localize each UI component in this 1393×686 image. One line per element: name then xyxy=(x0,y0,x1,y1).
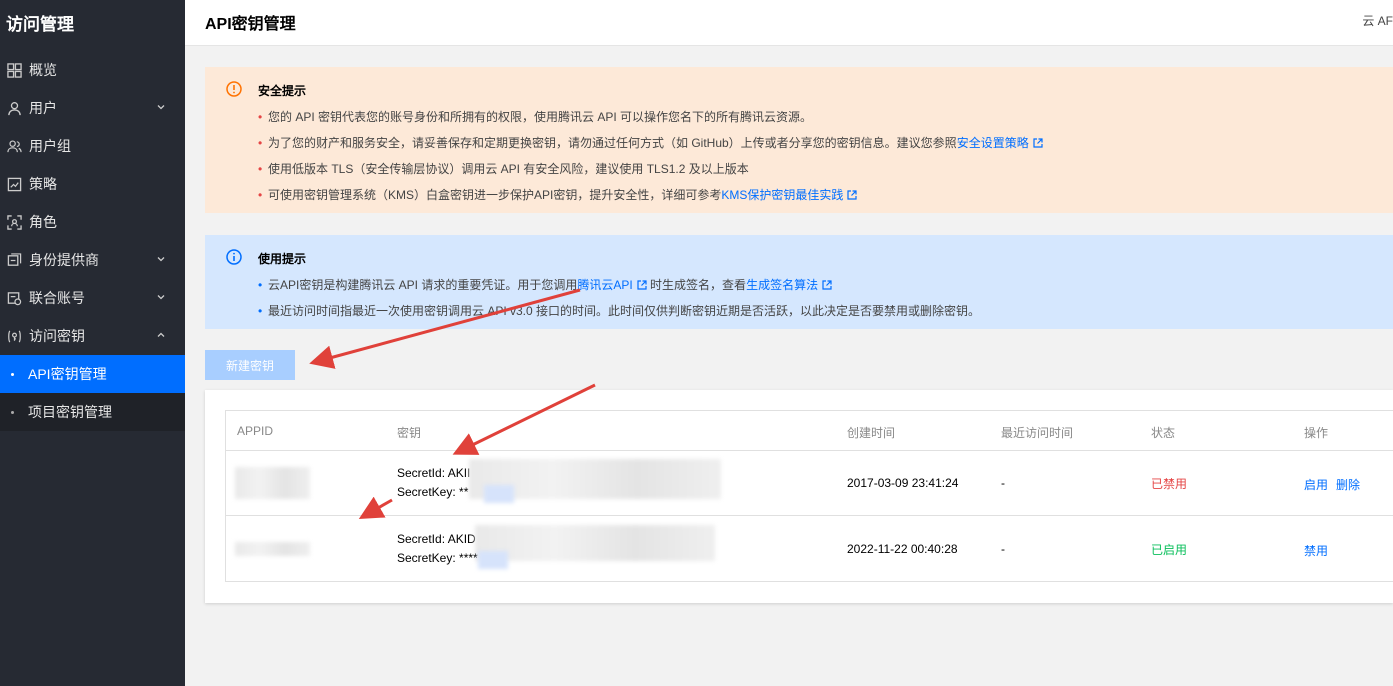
status-badge: 已禁用 xyxy=(1151,477,1188,491)
notice-item: 您的 API 密钥代表您的账号身份和所拥有的权限，使用腾讯云 API 可以操作您… xyxy=(258,104,1043,130)
sidebar-item-project-key-management[interactable]: 项目密钥管理 xyxy=(0,393,185,431)
sidebar-item-label: 概览 xyxy=(29,62,57,78)
chevron-down-icon xyxy=(157,105,165,110)
sidebar-item-overview[interactable]: 概览 xyxy=(0,51,185,89)
status-badge: 已启用 xyxy=(1151,543,1188,557)
signature-algorithm-link[interactable]: 生成签名算法 xyxy=(746,278,818,292)
notice-item: 可使用密钥管理系统（KMS）白盒密钥进一步保护API密钥，提升安全性，详细可参考… xyxy=(258,182,1043,208)
external-link-icon xyxy=(637,280,647,290)
sidebar-item-api-key-management[interactable]: API密钥管理 xyxy=(0,355,185,393)
notice-title: 使用提示 xyxy=(258,252,307,266)
sidebar-item-policies[interactable]: 策略 xyxy=(0,165,185,203)
policy-icon xyxy=(6,176,22,192)
secret-id: SecretId: AKII xyxy=(397,466,471,480)
column-header-last-access: 最近访问时间 xyxy=(1001,426,1074,440)
delete-button[interactable]: 删除 xyxy=(1336,476,1360,493)
sidebar-item-label: 角色 xyxy=(29,214,57,230)
sidebar-item-access-keys[interactable]: 访问密钥 xyxy=(0,317,185,355)
table-row: SecretId: AKID SecretKey: **** 2022-11-2… xyxy=(226,517,1393,582)
sidebar-title: 访问管理 xyxy=(6,14,74,34)
identity-provider-icon xyxy=(6,252,22,268)
sidebar-item-users[interactable]: 用户 xyxy=(0,89,185,127)
column-header-appid: APPID xyxy=(237,424,274,438)
secret-key: SecretKey: ** xyxy=(397,485,469,499)
sidebar-item-federated-accounts[interactable]: 联合账号 xyxy=(0,279,185,317)
disable-button[interactable]: 禁用 xyxy=(1304,542,1328,559)
column-header-created: 创建时间 xyxy=(847,426,896,440)
sidebar-item-label: 用户 xyxy=(29,100,57,116)
notice-item: 为了您的财产和服务安全，请妥善保存和定期更换密钥，请勿通过任何方式（如 GitH… xyxy=(258,130,1043,156)
table-header: APPID 密钥 创建时间 最近访问时间 状态 操作 xyxy=(226,411,1393,451)
sidebar-item-label: 用户组 xyxy=(29,138,71,154)
page-title: API密钥管理 xyxy=(205,16,296,33)
redacted-appid xyxy=(235,467,310,499)
key-icon xyxy=(6,328,22,344)
column-header-actions: 操作 xyxy=(1304,426,1329,440)
sidebar-item-label: 联合账号 xyxy=(29,290,85,306)
external-link-icon xyxy=(1033,138,1043,148)
chevron-up-icon xyxy=(157,332,165,337)
role-icon xyxy=(6,214,22,230)
keys-table: APPID 密钥 创建时间 最近访问时间 状态 操作 SecretId: AKI… xyxy=(225,410,1393,582)
created-time: 2022-11-22 00:40:28 xyxy=(847,542,958,556)
federated-account-icon xyxy=(6,290,22,306)
redacted-secret xyxy=(475,525,715,561)
grid-icon xyxy=(6,62,22,78)
sidebar-item-label: 项目密钥管理 xyxy=(28,404,112,420)
sidebar-item-roles[interactable]: 角色 xyxy=(0,203,185,241)
keys-table-card: APPID 密钥 创建时间 最近访问时间 状态 操作 SecretId: AKI… xyxy=(205,390,1393,603)
notice-title: 安全提示 xyxy=(258,84,307,98)
header-bar: API密钥管理 云 AF xyxy=(185,0,1393,46)
kms-best-practice-link[interactable]: KMS保护密钥最佳实践 xyxy=(721,188,843,202)
sidebar-item-identity-providers[interactable]: 身份提供商 xyxy=(0,241,185,279)
redacted-secret xyxy=(484,485,514,503)
sidebar-item-label: 访问密钥 xyxy=(29,328,85,344)
column-header-status: 状态 xyxy=(1151,426,1176,440)
secret-key: SecretKey: **** xyxy=(397,551,478,565)
notice-item: 最近访问时间指最近一次使用密钥调用云 API v3.0 接口的时间。此时间仅供判… xyxy=(258,298,980,324)
security-policy-link[interactable]: 安全设置策略 xyxy=(957,136,1029,150)
sidebar-item-user-groups[interactable]: 用户组 xyxy=(0,127,185,165)
sidebar-item-label: 策略 xyxy=(29,176,57,192)
created-time: 2017-03-09 23:41:24 xyxy=(847,476,959,490)
usage-notice: 使用提示 云API密钥是构建腾讯云 API 请求的重要凭证。用于您调用腾讯云AP… xyxy=(205,235,1393,329)
security-notice: 安全提示 您的 API 密钥代表您的账号身份和所拥有的权限，使用腾讯云 API … xyxy=(205,67,1393,213)
warning-icon xyxy=(226,81,242,97)
notice-item: 云API密钥是构建腾讯云 API 请求的重要凭证。用于您调用腾讯云API 时生成… xyxy=(258,272,980,298)
table-row: SecretId: AKII SecretKey: ** 2017-03-09 … xyxy=(226,451,1393,516)
access-keys-submenu: API密钥管理 项目密钥管理 xyxy=(0,355,185,431)
enable-button[interactable]: 启用 xyxy=(1304,476,1328,493)
user-icon xyxy=(6,100,22,116)
chevron-down-icon xyxy=(157,257,165,262)
notice-item: 使用低版本 TLS（安全传输层协议）调用云 API 有安全风险，建议使用 TLS… xyxy=(258,156,1043,182)
sidebar-item-label: 身份提供商 xyxy=(29,252,99,268)
redacted-secret xyxy=(478,551,508,569)
chevron-down-icon xyxy=(157,295,165,300)
notice-list: 云API密钥是构建腾讯云 API 请求的重要凭证。用于您调用腾讯云API 时生成… xyxy=(258,272,980,324)
external-link-icon xyxy=(847,190,857,200)
secret-id: SecretId: AKID xyxy=(397,532,476,546)
tencent-cloud-api-link[interactable]: 腾讯云API xyxy=(577,278,632,292)
external-link-icon xyxy=(822,280,832,290)
notice-list: 您的 API 密钥代表您的账号身份和所拥有的权限，使用腾讯云 API 可以操作您… xyxy=(258,104,1043,208)
column-header-key: 密钥 xyxy=(397,426,422,440)
create-key-button[interactable]: 新建密钥 xyxy=(205,350,295,380)
redacted-appid xyxy=(235,542,310,556)
header-right-link[interactable]: 云 AF xyxy=(1362,12,1393,29)
sidebar: 访问管理 概览 用户 用户组 策略 角色 身份提供商 联合账号 访问密钥 API… xyxy=(0,0,185,686)
last-access-time: - xyxy=(1001,476,1005,490)
info-icon xyxy=(226,249,242,265)
user-group-icon xyxy=(6,138,22,154)
sidebar-item-label: API密钥管理 xyxy=(28,366,107,382)
last-access-time: - xyxy=(1001,542,1005,556)
